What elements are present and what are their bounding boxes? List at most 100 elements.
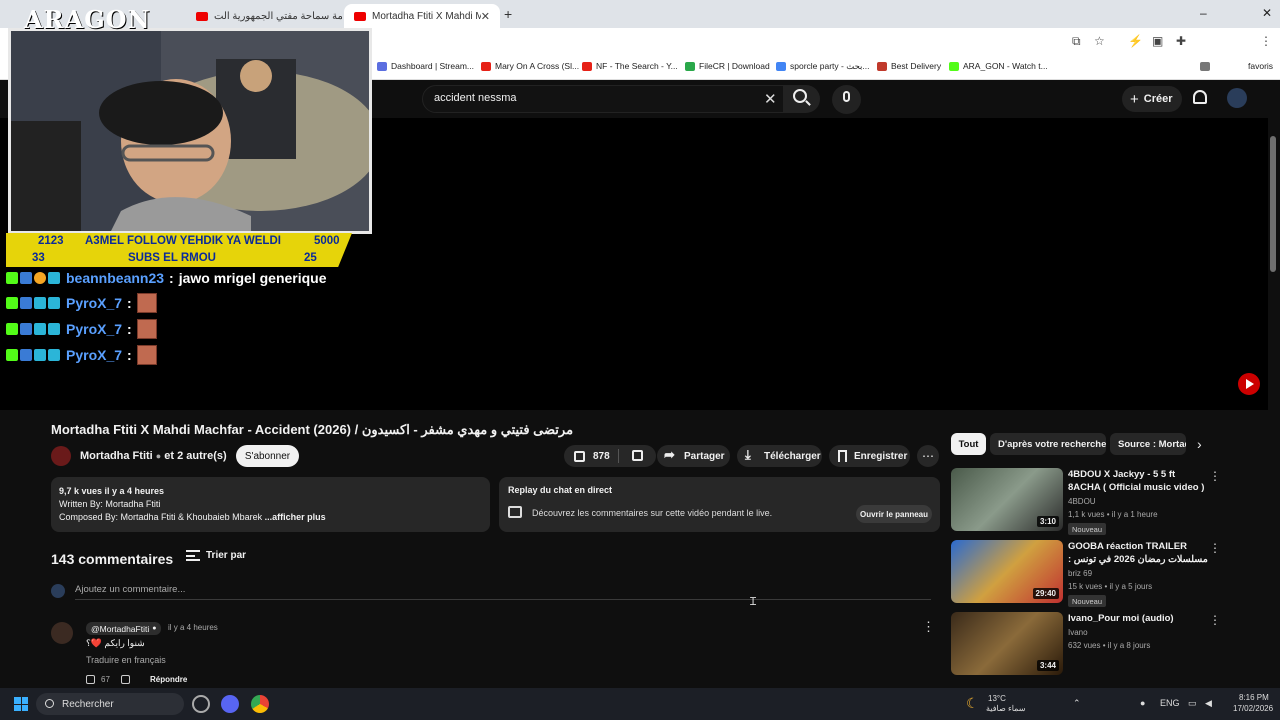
comment-input[interactable]: Ajoutez un commentaire... (75, 584, 185, 595)
thumbs-down-icon[interactable] (121, 675, 130, 684)
discord-icon[interactable] (221, 695, 239, 713)
description-line: Composed By: Mortadha Ftiti & Khoubaieb … (59, 512, 326, 522)
close-window-icon[interactable]: ✕ (1262, 6, 1272, 20)
badge-icon (6, 323, 18, 335)
extensions-puzzle-icon[interactable]: ✚ (1176, 34, 1186, 48)
chat-username: PyroX_7 (66, 295, 123, 311)
windows-start-icon[interactable] (14, 697, 28, 711)
chip-source[interactable]: Source : Mortadha (1110, 433, 1186, 455)
badge-icon (48, 297, 60, 309)
clock-time[interactable]: 8:16 PM (1239, 693, 1269, 702)
new-tab-button[interactable]: + (504, 6, 512, 22)
badge-icon (34, 297, 46, 309)
bookmark-item[interactable]: Mary On A Cross (Sl... (481, 61, 579, 71)
subscribe-button[interactable]: S'abonner (236, 445, 299, 467)
bookmark-star-icon[interactable]: ☆ (1094, 34, 1105, 48)
bookmark-item[interactable]: FileCR | Download (685, 61, 770, 71)
language-indicator[interactable]: ENG (1160, 698, 1180, 708)
other-bookmarks[interactable]: favoris (1200, 61, 1273, 71)
related-video-title[interactable]: Ivano_Pour moi (audio) (1068, 612, 1208, 625)
create-button[interactable]: + Créer (1122, 86, 1182, 112)
reply-button[interactable]: Répondre (150, 675, 187, 684)
emote-image (136, 293, 157, 313)
save-button[interactable]: Enregistrer (829, 445, 910, 467)
thumbs-down-icon[interactable] (632, 450, 643, 461)
open-panel-button[interactable]: Ouvrir le panneau (856, 505, 932, 523)
install-app-icon[interactable]: ⧉ (1072, 34, 1081, 49)
bookmark-item[interactable]: Dashboard | Stream... (377, 61, 474, 71)
video-thumbnail[interactable]: 29:40 (951, 540, 1063, 603)
chevron-up-icon[interactable]: ⌃ (1073, 698, 1081, 709)
game-app-icon[interactable] (192, 695, 210, 713)
related-video-title[interactable]: 4BDOU X Jackyy - 5 5 ft 8ACHA ( Official… (1068, 468, 1208, 494)
bookmark-icon (838, 450, 847, 462)
chat-message: PyroX_7 : (6, 319, 157, 339)
youtube-logo-icon[interactable] (1238, 373, 1260, 395)
account-avatar[interactable] (1227, 88, 1247, 108)
volume-icon[interactable]: ◀ (1205, 698, 1212, 709)
thumbs-up-icon[interactable] (86, 675, 95, 684)
chat-username: beannbeann23 (66, 270, 165, 286)
browser-tab[interactable]: كلمة سماحة مفتي الجمهورية الت (186, 4, 342, 28)
browser-menu-icon[interactable]: ⋮ (1260, 34, 1272, 48)
taskbar-search-label: Rechercher (62, 699, 114, 710)
chrome-icon[interactable] (251, 695, 269, 713)
video-more-icon[interactable]: ⋮ (1209, 541, 1221, 555)
bookmark-item[interactable]: sporcle party - بحث... (776, 61, 870, 72)
video-more-icon[interactable]: ⋮ (1209, 613, 1221, 627)
related-video-channel[interactable]: Ivano (1068, 628, 1088, 637)
show-more-link[interactable]: ...afficher plus (265, 512, 326, 522)
chat-username: PyroX_7 (66, 347, 123, 363)
video-thumbnail[interactable]: 3:44 (951, 612, 1063, 675)
related-video-channel[interactable]: briz 69 (1068, 569, 1092, 578)
comment-more-icon[interactable]: ⋮ (922, 619, 935, 635)
comment-author-avatar[interactable] (51, 622, 73, 644)
translate-link[interactable]: Traduire en français (86, 655, 166, 665)
microphone-icon[interactable]: ● (1140, 698, 1145, 708)
like-button[interactable]: 878 (564, 445, 656, 467)
close-tab-icon[interactable]: ✕ (481, 10, 490, 23)
video-thumbnail[interactable]: 3:10 (951, 468, 1063, 531)
notifications-bell-icon[interactable] (1193, 90, 1207, 104)
chip-related[interactable]: D'après votre recherche (990, 433, 1106, 455)
clock-date[interactable]: 17/02/2026 (1233, 704, 1273, 713)
network-icon[interactable]: ▭ (1188, 698, 1197, 709)
video-duration: 3:44 (1036, 660, 1059, 671)
more-actions-button[interactable]: ⋯ (917, 445, 939, 467)
video-more-icon[interactable]: ⋮ (1209, 469, 1221, 483)
page-scrollbar[interactable] (1270, 136, 1276, 272)
goal-value: 5000 (314, 235, 340, 247)
related-video-meta: 632 vues • il y a 8 jours (1068, 641, 1151, 650)
sort-icon[interactable] (186, 550, 200, 561)
youtube-favicon-icon (196, 11, 208, 21)
channel-name[interactable]: Mortadha Ftiti ● et 2 autre(s) (80, 450, 227, 462)
related-video-channel[interactable]: 4BDOU (1068, 497, 1096, 506)
channel-avatar[interactable] (51, 446, 71, 466)
sort-button[interactable]: Trier par (206, 550, 246, 561)
extension-icon[interactable]: ⚡ (1128, 34, 1143, 48)
search-query: accident nessma (434, 92, 517, 104)
related-video-title[interactable]: GOOBA réaction TRAILER مسلسلات رمضان 202… (1068, 540, 1208, 566)
chat-separator: : (127, 295, 132, 311)
clear-search-icon[interactable]: ✕ (764, 90, 777, 108)
share-icon (664, 447, 677, 463)
bookmark-item[interactable]: Best Delivery (877, 61, 941, 71)
bookmark-favicon-icon (685, 61, 695, 71)
bookmark-item[interactable]: ARA_GON - Watch t... (949, 61, 1048, 71)
share-button[interactable]: Partager (657, 445, 730, 467)
like-count: 878 (593, 450, 610, 462)
extension-icon[interactable]: ▣ (1152, 34, 1163, 48)
bookmark-favicon-icon (377, 61, 387, 71)
download-button[interactable]: Télécharger (737, 445, 822, 467)
weather-temp: 13°C (988, 694, 1006, 703)
chat-text: jawo mrigel generique (178, 270, 327, 286)
comment-author[interactable]: @MortadhaFtiti ● (86, 622, 162, 635)
minimize-icon[interactable]: – (1200, 6, 1207, 20)
browser-tab-active[interactable]: Mortadha Ftiti X Mahdi Machfa ✕ (344, 4, 500, 28)
badge-icon (20, 349, 32, 361)
bookmark-item[interactable]: NF - The Search - Y... (582, 61, 678, 71)
chevron-right-icon[interactable]: › (1197, 436, 1202, 452)
stream-goals-banner: 2123 A3MEL FOLLOW YEHDIK YA WELDI 5000 3… (6, 233, 352, 267)
goal-label: SUBS EL RMOU (128, 252, 216, 264)
chip-all[interactable]: Tout (951, 433, 986, 455)
